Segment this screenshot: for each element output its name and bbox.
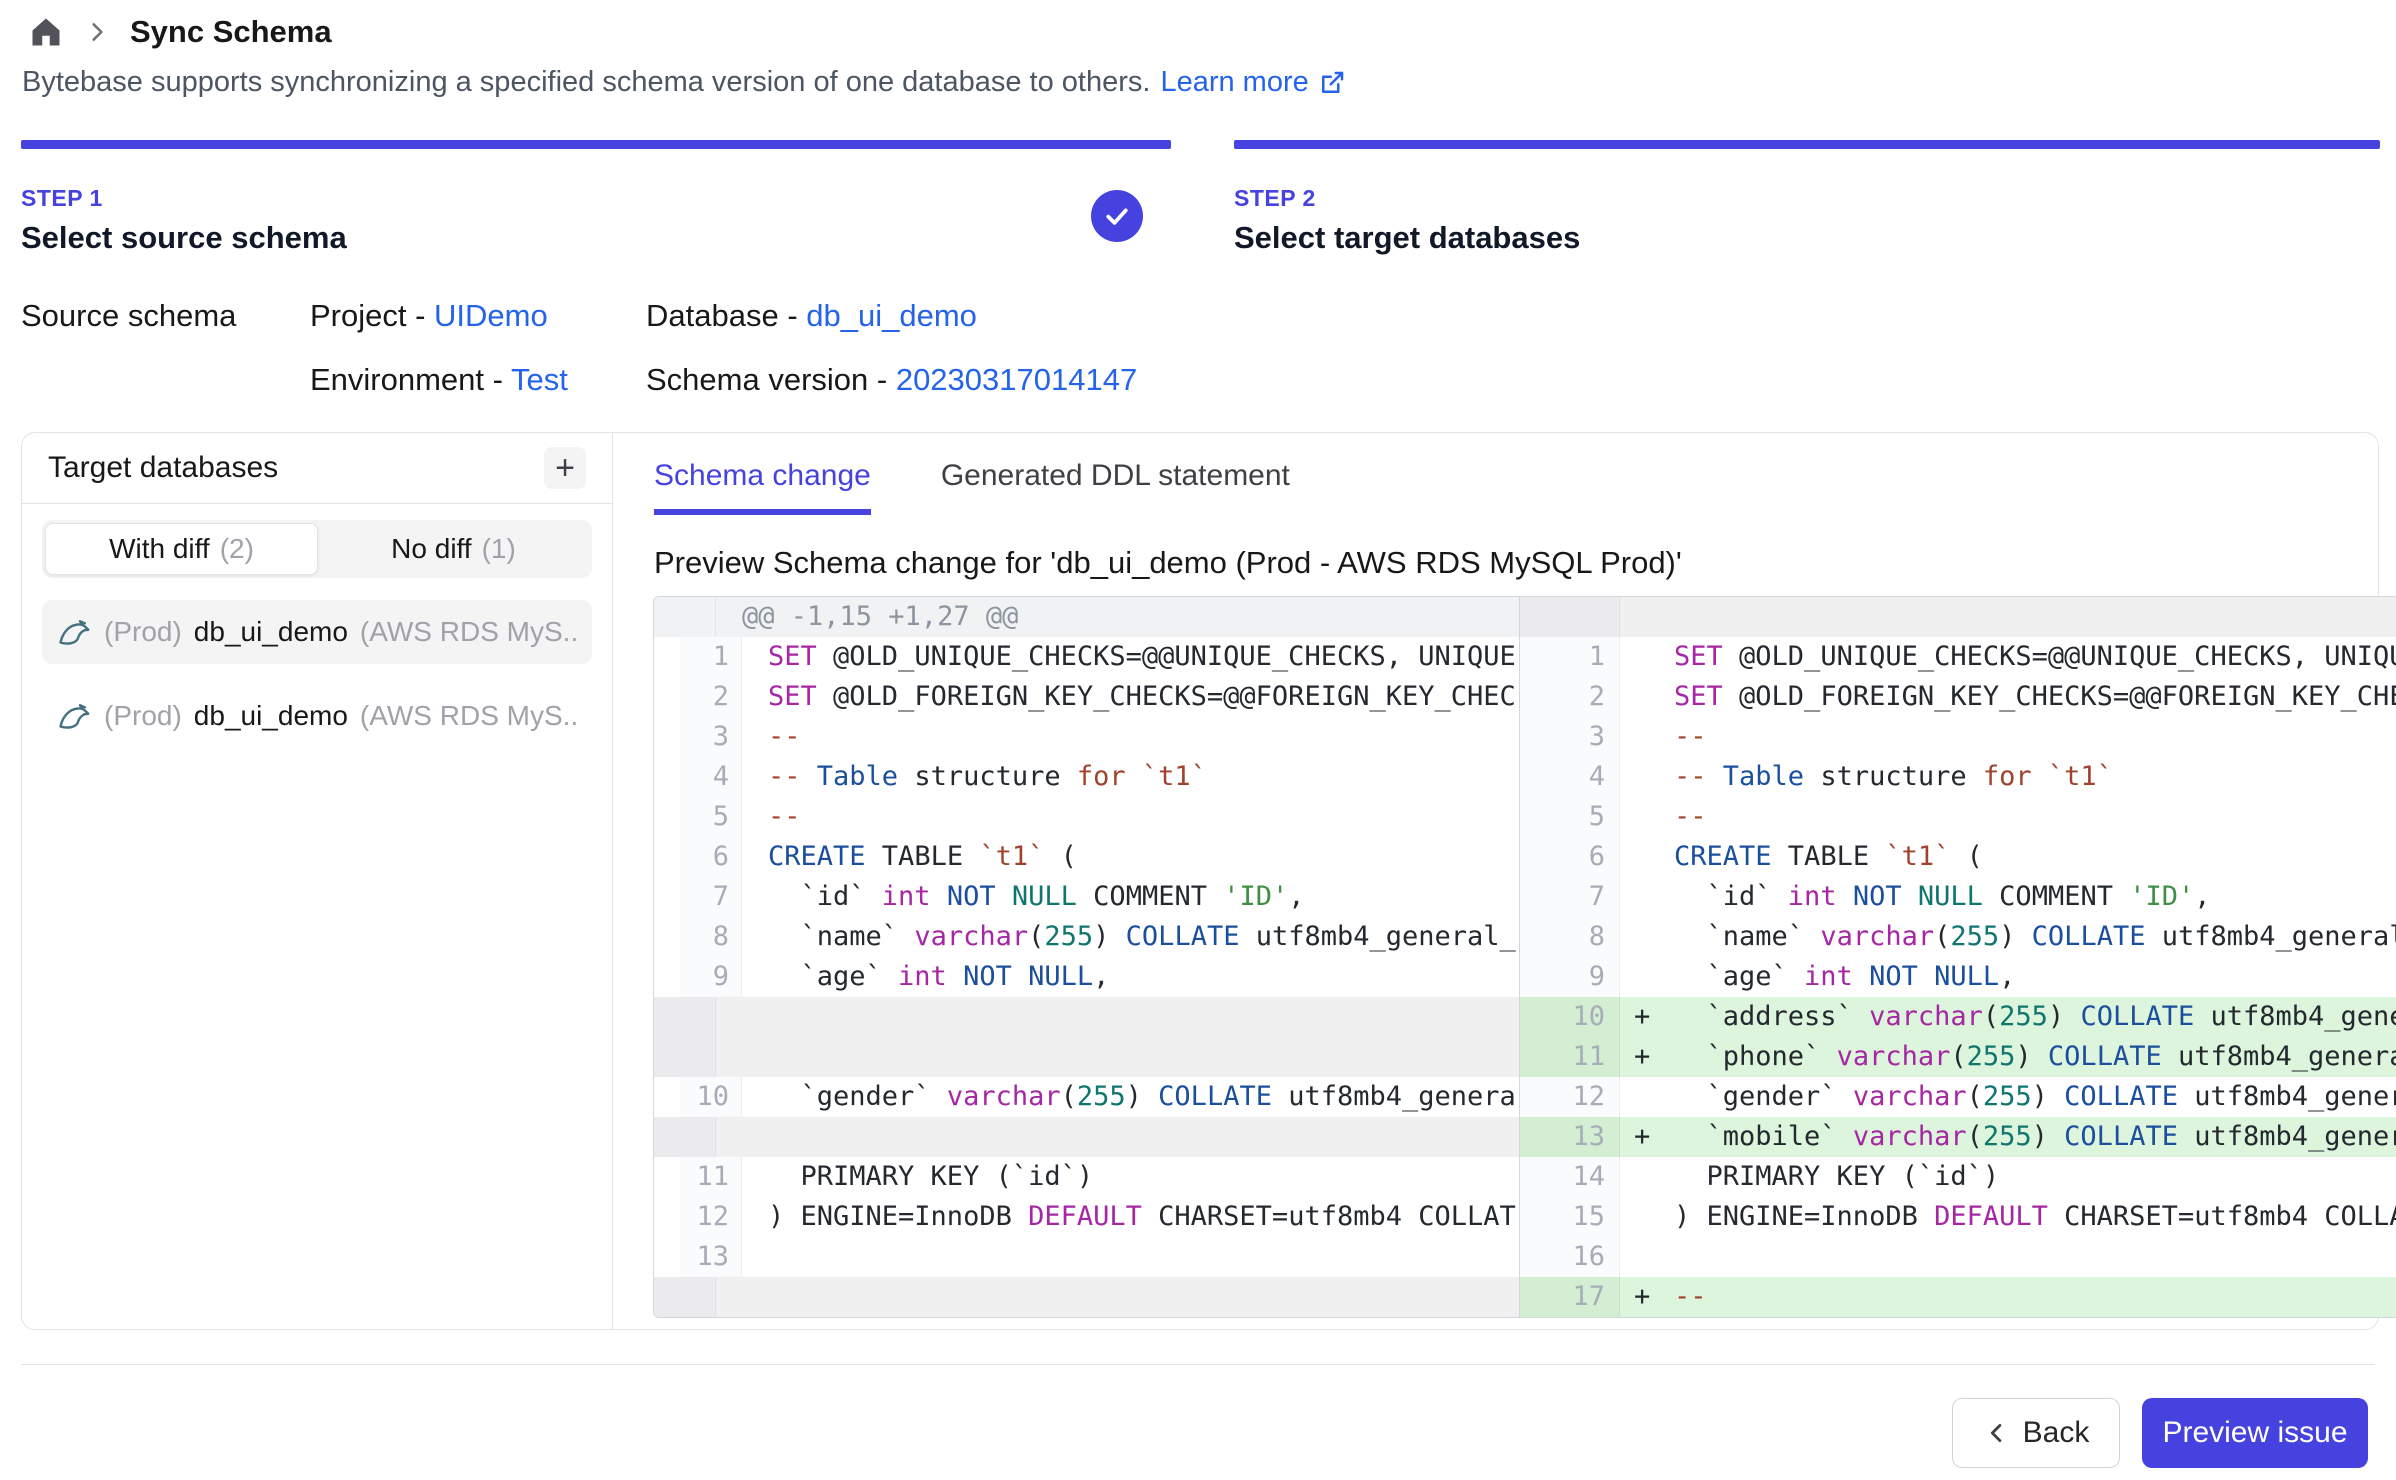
back-button[interactable]: Back [1952, 1398, 2120, 1468]
step-1-title: Select source schema [21, 220, 1171, 256]
diff-code-row: 4-- Table structure for `t1` [654, 757, 1519, 797]
target-databases-panel: Target databases + With diff (2) No diff… [22, 433, 613, 1329]
diff-hunk-header: @@ -1,15 +1,27 @@ [654, 597, 1519, 637]
diff-pane-target: 1SET @OLD_UNIQUE_CHECKS=@@UNIQUE_CHECKS,… [1520, 597, 2396, 1317]
diff-filler-row [654, 997, 1519, 1077]
step-1-progress-bar [21, 140, 1171, 149]
project-field: Project - UIDemo [310, 298, 646, 334]
target-database-item[interactable]: (Prod) db_ui_demo (AWS RDS MyS... [42, 600, 592, 664]
diff-code-row: 16 [1520, 1237, 2396, 1277]
source-schema-summary: Source schema Project - UIDemo Database … [21, 284, 1346, 412]
diff-code-row: 11 PRIMARY KEY (`id`) [654, 1157, 1519, 1197]
learn-more-link[interactable]: Learn more [1160, 66, 1346, 99]
add-target-database-button[interactable]: + [544, 447, 586, 489]
diff-code-row: 12 `gender` varchar(255) COLLATE utf8mb4… [1520, 1077, 2396, 1117]
diff-code-row: 13 [654, 1237, 1519, 1277]
diff-pane-source: @@ -1,15 +1,27 @@1SET @OLD_UNIQUE_CHECKS… [654, 597, 1520, 1317]
schema-change-area: Schema change Generated DDL statement Pr… [614, 433, 2378, 1329]
step-2: STEP 2 Select target databases [1234, 140, 2380, 256]
database-instance: (AWS RDS MyS... [360, 616, 578, 648]
step-2-title: Select target databases [1234, 220, 2380, 256]
chevron-right-icon [84, 19, 110, 45]
diff-code-row: 14 PRIMARY KEY (`id`) [1520, 1157, 2396, 1197]
diff-code-row: 3-- [1520, 717, 2396, 757]
schema-diff-viewer[interactable]: @@ -1,15 +1,27 @@1SET @OLD_UNIQUE_CHECKS… [653, 596, 2396, 1318]
diff-filler-row [1520, 597, 2396, 637]
filter-no-diff[interactable]: No diff (1) [318, 523, 589, 575]
tab-bar: Schema change Generated DDL statement [614, 433, 2378, 515]
database-link[interactable]: db_ui_demo [806, 298, 977, 333]
database-field: Database - db_ui_demo [646, 298, 1346, 334]
diff-code-row: 8 `name` varchar(255) COLLATE utf8mb4_ge… [654, 917, 1519, 957]
target-database-item[interactable]: (Prod) db_ui_demo (AWS RDS MyS... [42, 684, 592, 748]
step-1-label: STEP 1 [21, 185, 1171, 212]
footer-divider [21, 1364, 2375, 1365]
chevron-left-icon [1983, 1419, 2011, 1447]
filter-with-diff[interactable]: With diff (2) [45, 523, 318, 575]
diff-filter-segmented-control: With diff (2) No diff (1) [42, 520, 592, 578]
home-icon[interactable] [28, 14, 64, 50]
page-title: Sync Schema [130, 14, 332, 50]
schema-version-field: Schema version - 20230317014147 [646, 362, 1346, 398]
breadcrumb: Sync Schema [28, 8, 332, 56]
mysql-icon [56, 614, 92, 650]
project-link[interactable]: UIDemo [434, 298, 548, 333]
database-environment: (Prod) [104, 616, 182, 648]
diff-code-row: 8 `name` varchar(255) COLLATE utf8mb4_ge… [1520, 917, 2396, 957]
database-instance: (AWS RDS MyS... [360, 700, 578, 732]
database-environment: (Prod) [104, 700, 182, 732]
source-schema-label: Source schema [21, 298, 310, 334]
diff-filler-row [654, 1277, 1519, 1317]
diff-code-row: 5-- [654, 797, 1519, 837]
database-name: db_ui_demo [194, 616, 348, 648]
target-databases-title: Target databases [48, 451, 278, 485]
diff-code-row: 9 `age` int NOT NULL, [1520, 957, 2396, 997]
diff-code-row: 6CREATE TABLE `t1` ( [654, 837, 1519, 877]
description-text: Bytebase supports synchronizing a specif… [22, 66, 1150, 99]
diff-code-row: 4-- Table structure for `t1` [1520, 757, 2396, 797]
diff-code-row: 15) ENGINE=InnoDB DEFAULT CHARSET=utf8mb… [1520, 1197, 2396, 1237]
step-completed-check-icon [1091, 190, 1143, 242]
diff-code-row: 17+-- [1520, 1277, 2396, 1317]
diff-code-row: 2SET @OLD_FOREIGN_KEY_CHECKS=@@FOREIGN_K… [654, 677, 1519, 717]
page-description: Bytebase supports synchronizing a specif… [22, 66, 1347, 99]
mysql-icon [56, 698, 92, 734]
diff-code-row: 10 `gender` varchar(255) COLLATE utf8mb4… [654, 1077, 1519, 1117]
diff-code-row: 9 `age` int NOT NULL, [654, 957, 1519, 997]
preview-title: Preview Schema change for 'db_ui_demo (P… [654, 545, 2378, 581]
sync-schema-panel: Target databases + With diff (2) No diff… [21, 432, 2379, 1330]
diff-code-row: 10+ `address` varchar(255) COLLATE utf8m… [1520, 997, 2396, 1037]
diff-code-row: 6CREATE TABLE `t1` ( [1520, 837, 2396, 877]
diff-code-row: 2SET @OLD_FOREIGN_KEY_CHECKS=@@FOREIGN_K… [1520, 677, 2396, 717]
diff-code-row: 1SET @OLD_UNIQUE_CHECKS=@@UNIQUE_CHECKS,… [1520, 637, 2396, 677]
step-1: STEP 1 Select source schema [21, 140, 1171, 256]
environment-link[interactable]: Test [511, 362, 568, 397]
schema-version-link[interactable]: 20230317014147 [896, 362, 1137, 397]
preview-issue-button[interactable]: Preview issue [2142, 1398, 2368, 1468]
diff-code-row: 7 `id` int NOT NULL COMMENT 'ID', [1520, 877, 2396, 917]
diff-code-row: 7 `id` int NOT NULL COMMENT 'ID', [654, 877, 1519, 917]
database-name: db_ui_demo [194, 700, 348, 732]
diff-code-row: 11+ `phone` varchar(255) COLLATE utf8mb4… [1520, 1037, 2396, 1077]
diff-code-row: 12) ENGINE=InnoDB DEFAULT CHARSET=utf8mb… [654, 1197, 1519, 1237]
diff-code-row: 5-- [1520, 797, 2396, 837]
diff-code-row: 13+ `mobile` varchar(255) COLLATE utf8mb… [1520, 1117, 2396, 1157]
diff-filler-row [654, 1117, 1519, 1157]
diff-code-row: 1SET @OLD_UNIQUE_CHECKS=@@UNIQUE_CHECKS,… [654, 637, 1519, 677]
tab-generated-ddl[interactable]: Generated DDL statement [941, 459, 1290, 515]
target-database-list: (Prod) db_ui_demo (AWS RDS MyS... (Prod) db_… [42, 600, 592, 748]
step-2-progress-bar [1234, 140, 2380, 149]
external-link-icon [1317, 68, 1347, 98]
tab-schema-change[interactable]: Schema change [654, 459, 871, 515]
step-2-label: STEP 2 [1234, 185, 2380, 212]
environment-field: Environment - Test [310, 362, 646, 398]
diff-code-row: 3-- [654, 717, 1519, 757]
